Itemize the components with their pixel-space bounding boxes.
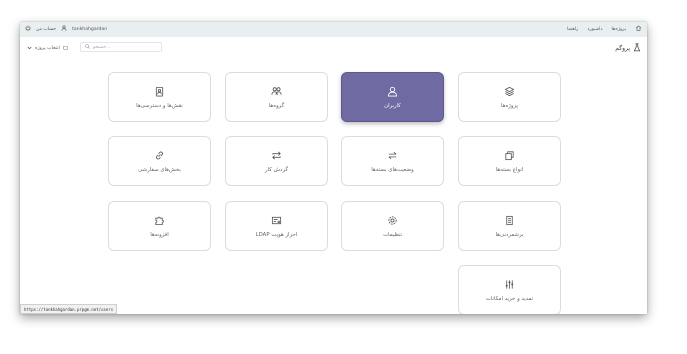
tile-groups[interactable]: گروه‌ها: [225, 72, 328, 122]
nav-dashboard[interactable]: داشبورد: [587, 27, 602, 32]
search-input[interactable]: جستجو...: [80, 42, 162, 52]
tile-plugins-label: افزونه‌ها: [150, 231, 169, 238]
id-card-icon: [271, 216, 282, 224]
tile-groups-label: گروه‌ها: [268, 102, 285, 109]
tile-custom-fields-label: بخش‌های سفارشی: [138, 166, 181, 173]
tile-license[interactable]: تمدید و خرید امکانات: [458, 265, 561, 314]
my-account-link[interactable]: حساب من: [36, 27, 56, 32]
repeat-icon: [272, 151, 281, 159]
search-icon: [85, 43, 90, 51]
tile-projects-label: پروژه‌ها: [501, 102, 518, 109]
tile-task-statuses[interactable]: وضعیت‌های بسته‌ها: [341, 136, 444, 186]
tile-users-label: کاربران: [384, 102, 401, 109]
nav-help[interactable]: راهنما: [567, 27, 578, 32]
brand[interactable]: پروگم: [615, 43, 641, 54]
tile-plugins[interactable]: افزونه‌ها: [108, 201, 211, 251]
tile-ldap[interactable]: احراز هویت LDAP: [225, 201, 328, 251]
group-icon: [271, 86, 282, 95]
user-menu: حساب من tankhahgardan: [25, 25, 107, 33]
tile-settings[interactable]: تنظیمات: [341, 201, 444, 251]
app-window: حساب من tankhahgardan پروژه‌ها داشبورد ر…: [20, 22, 647, 314]
puzzle-icon: [155, 216, 164, 225]
tile-enumerations[interactable]: برشمردنی‌ها: [458, 201, 561, 251]
power-icon[interactable]: [25, 25, 31, 33]
package-icon: [505, 150, 514, 160]
brand-name: پروگم: [615, 45, 630, 52]
nav-projects[interactable]: پروژه‌ها: [612, 27, 626, 32]
switch-arrows-icon: [388, 151, 397, 159]
project-select-label: انتخاب پروژه: [35, 46, 60, 51]
tile-task-statuses-label: وضعیت‌های بسته‌ها: [371, 166, 414, 173]
user-icon: [387, 86, 398, 97]
tile-users[interactable]: کاربران: [341, 72, 444, 122]
tile-projects[interactable]: پروژه‌ها: [458, 72, 561, 122]
logo-icon: [633, 43, 641, 54]
search-placeholder: جستجو...: [93, 44, 111, 50]
tile-ldap-label: احراز هویت LDAP: [255, 231, 298, 238]
list-icon: [506, 215, 513, 225]
tile-enumerations-label: برشمردنی‌ها: [495, 231, 524, 238]
layers-icon: [504, 86, 515, 96]
project-select[interactable]: انتخاب پروژه: [27, 45, 68, 52]
tile-settings-label: تنظیمات: [382, 231, 402, 238]
tile-workflow[interactable]: گردش کار: [225, 136, 328, 186]
sliders-icon: [505, 279, 514, 289]
top-nav: پروژه‌ها داشبورد راهنما: [567, 25, 642, 33]
gear-icon: [388, 215, 397, 225]
chevron-down-icon: [27, 46, 32, 52]
tile-custom-fields[interactable]: بخش‌های سفارشی: [108, 136, 211, 186]
top-bar: حساب من tankhahgardan پروژه‌ها داشبورد ر…: [20, 22, 647, 37]
tile-task-types[interactable]: انواع بسته‌ها: [458, 136, 561, 186]
tile-roles[interactable]: نقش‌ها و دسترسی‌ها: [108, 72, 211, 122]
folder-icon: [63, 45, 68, 52]
tile-task-types-label: انواع بسته‌ها: [495, 166, 524, 173]
user-icon: [61, 25, 67, 33]
sub-bar: پروگم جستجو... انتخاب پروژه: [20, 37, 647, 59]
tile-roles-label: نقش‌ها و دسترسی‌ها: [136, 102, 183, 109]
status-url: https://tankhahgardan.prpgm.net/users: [20, 304, 118, 314]
badge-icon: [155, 86, 164, 96]
home-icon[interactable]: [635, 25, 642, 33]
link-icon: [156, 151, 163, 159]
tile-license-label: تمدید و خرید امکانات: [485, 295, 534, 302]
username-label: tankhahgardan: [72, 26, 108, 32]
tile-workflow-label: گردش کار: [264, 166, 289, 173]
